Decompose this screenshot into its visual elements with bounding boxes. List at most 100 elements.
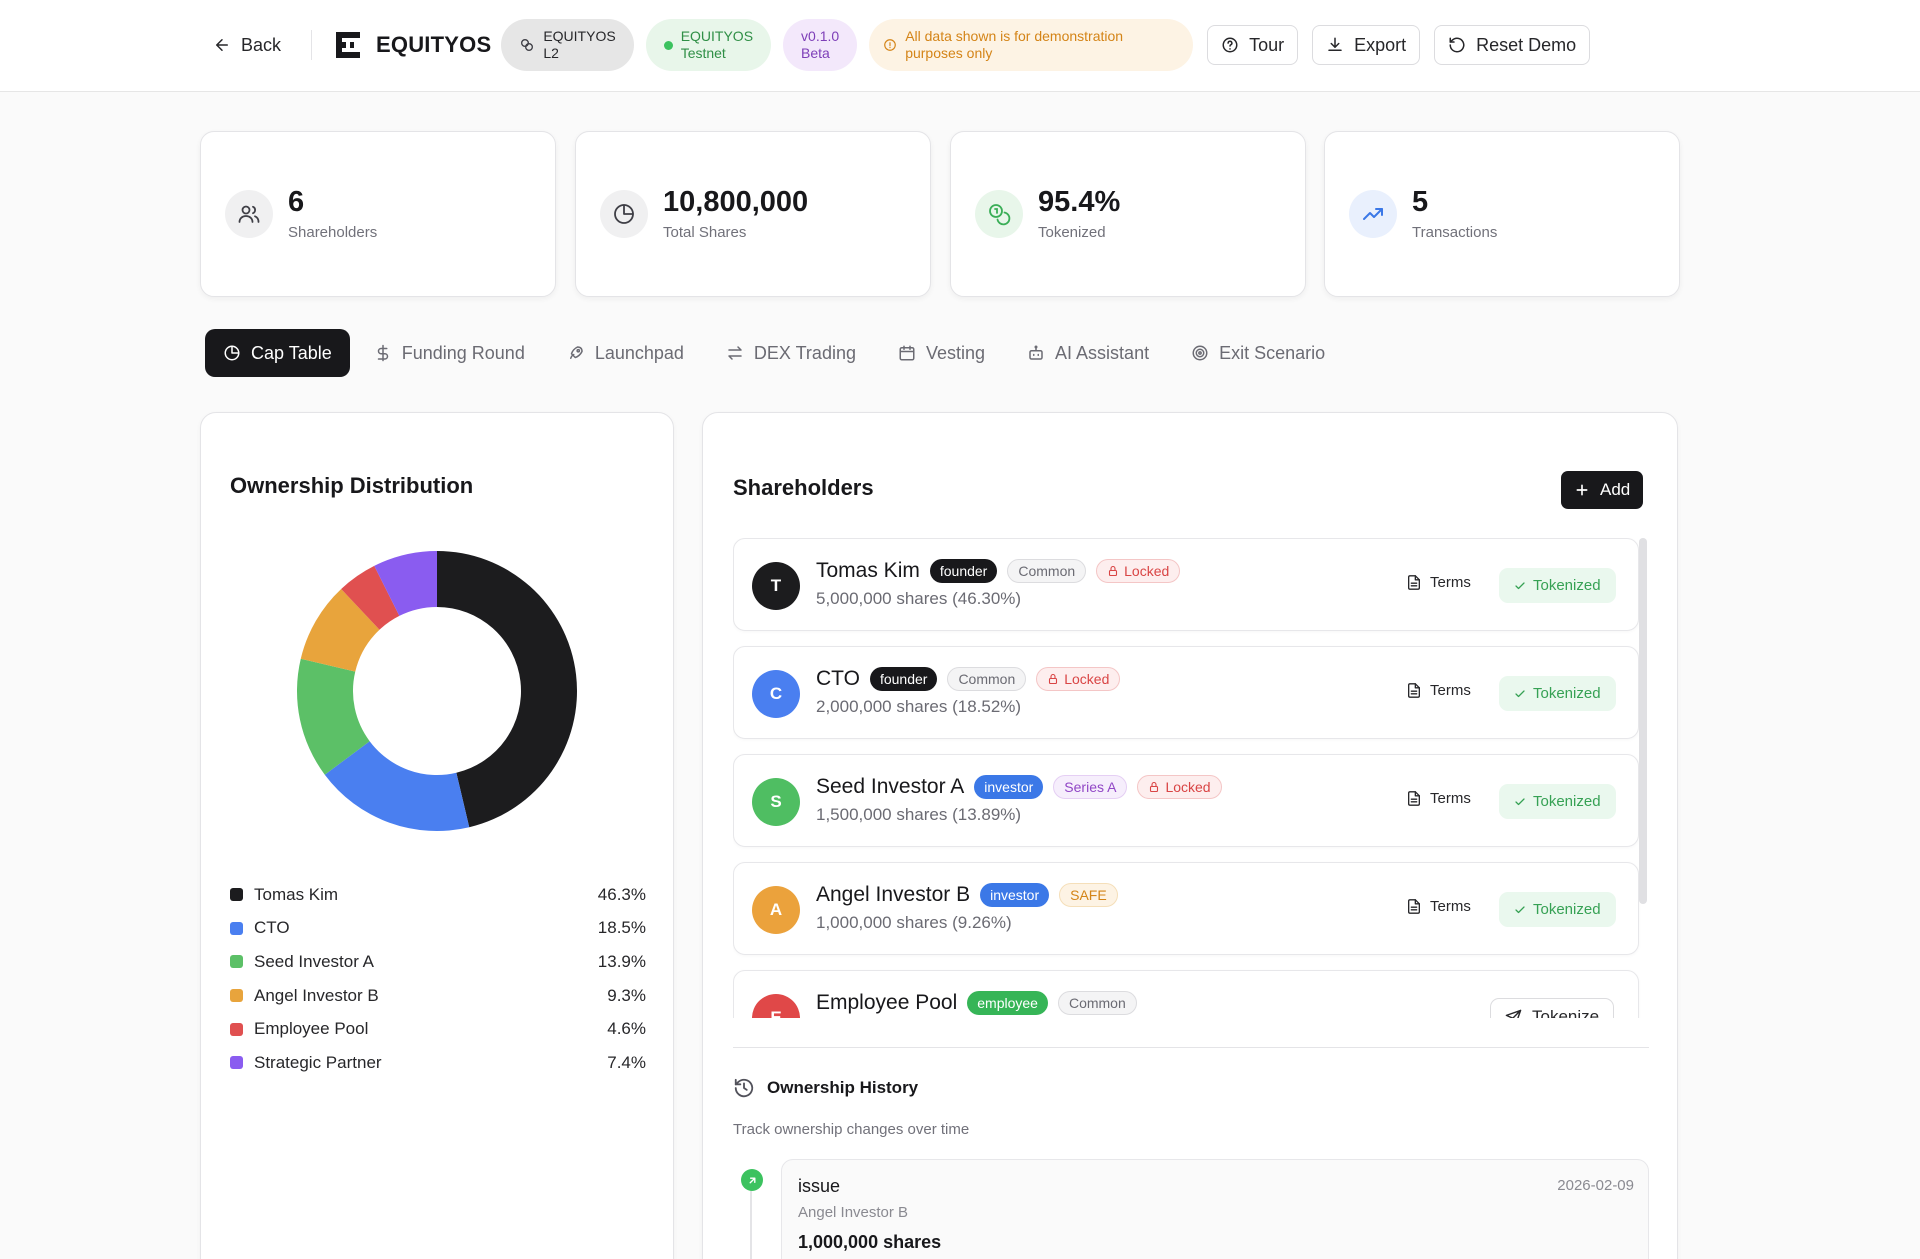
tab-cap-table[interactable]: Cap Table xyxy=(205,329,350,377)
reset-demo-button[interactable]: Reset Demo xyxy=(1434,25,1591,65)
tokenized-badge: Tokenized xyxy=(1499,784,1616,819)
row-header: Tomas Kim founder Common Locked xyxy=(816,559,1181,583)
add-shareholder-button[interactable]: Add xyxy=(1561,471,1644,509)
tab-funding-round[interactable]: Funding Round xyxy=(356,329,543,377)
tour-button[interactable]: Tour xyxy=(1207,25,1299,65)
role-badge: founder xyxy=(929,559,998,583)
legend-item: Strategic Partner 7.4% xyxy=(230,1046,646,1080)
shares-text: 5,000,000 shares (46.30%) xyxy=(816,589,1022,608)
send-icon xyxy=(1505,1009,1522,1018)
ownership-title: Ownership Distribution xyxy=(230,473,474,498)
rocket-icon xyxy=(569,346,583,359)
lock-icon xyxy=(1049,673,1058,685)
avatar: A xyxy=(752,886,800,934)
tab-label: Cap Table xyxy=(251,342,332,363)
link-icon xyxy=(521,39,534,51)
header-bar: Back EQUITYOS EQUITYOS L2 EQUITYOS Testnet… xyxy=(205,18,1591,72)
pie-chart-icon xyxy=(224,345,240,361)
class-badge: SAFE xyxy=(1059,883,1118,907)
check-icon xyxy=(1515,905,1525,913)
terms-button[interactable]: Terms xyxy=(1406,898,1471,915)
locked-badge: Locked xyxy=(1096,559,1181,583)
tokenized-label: Tokenized xyxy=(1533,577,1601,594)
history-entry: issue 2026-02-09 Angel Investor B 1,000,… xyxy=(781,1159,1649,1259)
ownership-legend: Tomas Kim 46.3% CTO 18.5% Seed Investor A 1… xyxy=(230,878,646,1080)
tab-launchpad[interactable]: Launchpad xyxy=(549,329,702,377)
shareholder-row[interactable]: T Tomas Kim founder Common Locked 5,000,… xyxy=(733,538,1639,631)
terms-label: Terms xyxy=(1430,898,1471,915)
legend-pct: 7.4% xyxy=(607,1052,646,1072)
tokenize-button[interactable]: Tokenize xyxy=(1490,998,1615,1018)
file-text-icon xyxy=(1408,575,1420,590)
terms-button[interactable]: Terms xyxy=(1406,790,1471,807)
legend-name: Strategic Partner xyxy=(254,1052,382,1072)
class-badge: Common xyxy=(947,667,1027,691)
locked-badge: Locked xyxy=(1036,667,1121,691)
role-badge: founder xyxy=(869,667,938,691)
legend-item: Tomas Kim 46.3% xyxy=(230,878,646,912)
legend-swatch xyxy=(230,921,243,935)
download-icon xyxy=(1328,37,1342,51)
top-header: Back EQUITYOS EQUITYOS L2 EQUITYOS Testnet… xyxy=(0,0,1920,92)
tab-vesting[interactable]: Vesting xyxy=(880,329,1003,377)
stat-label: Tokenized xyxy=(1038,224,1106,241)
stat-value: 5 xyxy=(1412,186,1429,218)
shareholder-row[interactable]: A Angel Investor B investor SAFE 1,000,0… xyxy=(733,862,1639,955)
terms-button[interactable]: Terms xyxy=(1406,682,1471,699)
row-header: Seed Investor A investor Series A Locked xyxy=(816,775,1222,799)
ownership-card: Ownership Distribution Tomas Kim 46.3% CT… xyxy=(200,412,674,1259)
tab-label: Exit Scenario xyxy=(1219,342,1326,363)
network-line1: EQUITYOS xyxy=(543,27,616,44)
role-badge: investor xyxy=(974,775,1044,799)
role-badge: investor xyxy=(980,883,1050,907)
file-text-icon xyxy=(1408,791,1420,806)
add-label: Add xyxy=(1600,480,1631,499)
export-button[interactable]: Export xyxy=(1312,25,1421,65)
terms-label: Terms xyxy=(1430,790,1471,807)
tab-dex-trading[interactable]: DEX Trading xyxy=(708,329,874,377)
stat-label: Transactions xyxy=(1412,224,1498,241)
stat-value: 95.4% xyxy=(1038,186,1121,218)
tab-ai-assistant[interactable]: AI Assistant xyxy=(1009,329,1167,377)
list-scrollbar[interactable] xyxy=(1639,538,1647,904)
version-badge: v0.1.0 Beta xyxy=(783,19,858,71)
legend-swatch xyxy=(230,1056,243,1070)
tab-exit-scenario[interactable]: Exit Scenario xyxy=(1173,329,1343,377)
back-button[interactable]: Back xyxy=(205,35,289,56)
terms-button[interactable]: Terms xyxy=(1406,574,1471,591)
legend-swatch xyxy=(230,955,243,969)
tokenized-badge: Tokenized xyxy=(1499,676,1616,711)
arrow-left-icon xyxy=(216,39,228,51)
shareholder-name: Angel Investor B xyxy=(816,883,971,906)
shareholder-list[interactable]: T Tomas Kim founder Common Locked 5,000,… xyxy=(733,538,1643,1018)
legend-swatch xyxy=(230,989,243,1003)
shareholders-title: Shareholders xyxy=(733,475,874,500)
class-badge: Common xyxy=(1007,559,1087,583)
shareholder-row[interactable]: C CTO founder Common Locked 2,000,000 sh… xyxy=(733,646,1639,739)
class-badge: Series A xyxy=(1053,775,1128,799)
legend-pct: 13.9% xyxy=(597,951,646,971)
locked-label: Locked xyxy=(1064,671,1110,687)
shareholder-name: Employee Pool xyxy=(816,991,958,1014)
main-tabs: Cap Table Funding Round Launchpad DEX Tr… xyxy=(200,325,1420,381)
testnet-line1: EQUITYOS xyxy=(680,27,754,44)
stat-value: 6 xyxy=(288,186,305,218)
legend-name: CTO xyxy=(254,918,290,938)
legend-swatch xyxy=(230,1022,243,1036)
reset-label: Reset Demo xyxy=(1476,34,1577,55)
shareholder-name: Seed Investor A xyxy=(816,775,965,798)
stat-card-total-shares: 10,800,000 Total Shares xyxy=(575,131,931,297)
entry-holder: Angel Investor B xyxy=(798,1204,909,1221)
shareholder-row[interactable]: S Seed Investor A investor Series A Lock… xyxy=(733,754,1639,847)
version-line2: Beta xyxy=(801,45,830,61)
status-dot xyxy=(663,40,673,50)
tokenized-badge: Tokenized xyxy=(1499,568,1616,603)
legend-name: Seed Investor A xyxy=(254,951,375,971)
ownership-donut-chart xyxy=(297,551,577,831)
legend-item: Seed Investor A 13.9% xyxy=(230,945,646,979)
terms-label: Terms xyxy=(1430,574,1471,591)
brand-logo[interactable]: EQUITYOS xyxy=(334,31,491,59)
history-icon xyxy=(734,1078,754,1098)
header-divider xyxy=(311,30,313,60)
shareholder-row[interactable]: E Employee Pool employee Common Tokenize xyxy=(733,970,1639,1018)
